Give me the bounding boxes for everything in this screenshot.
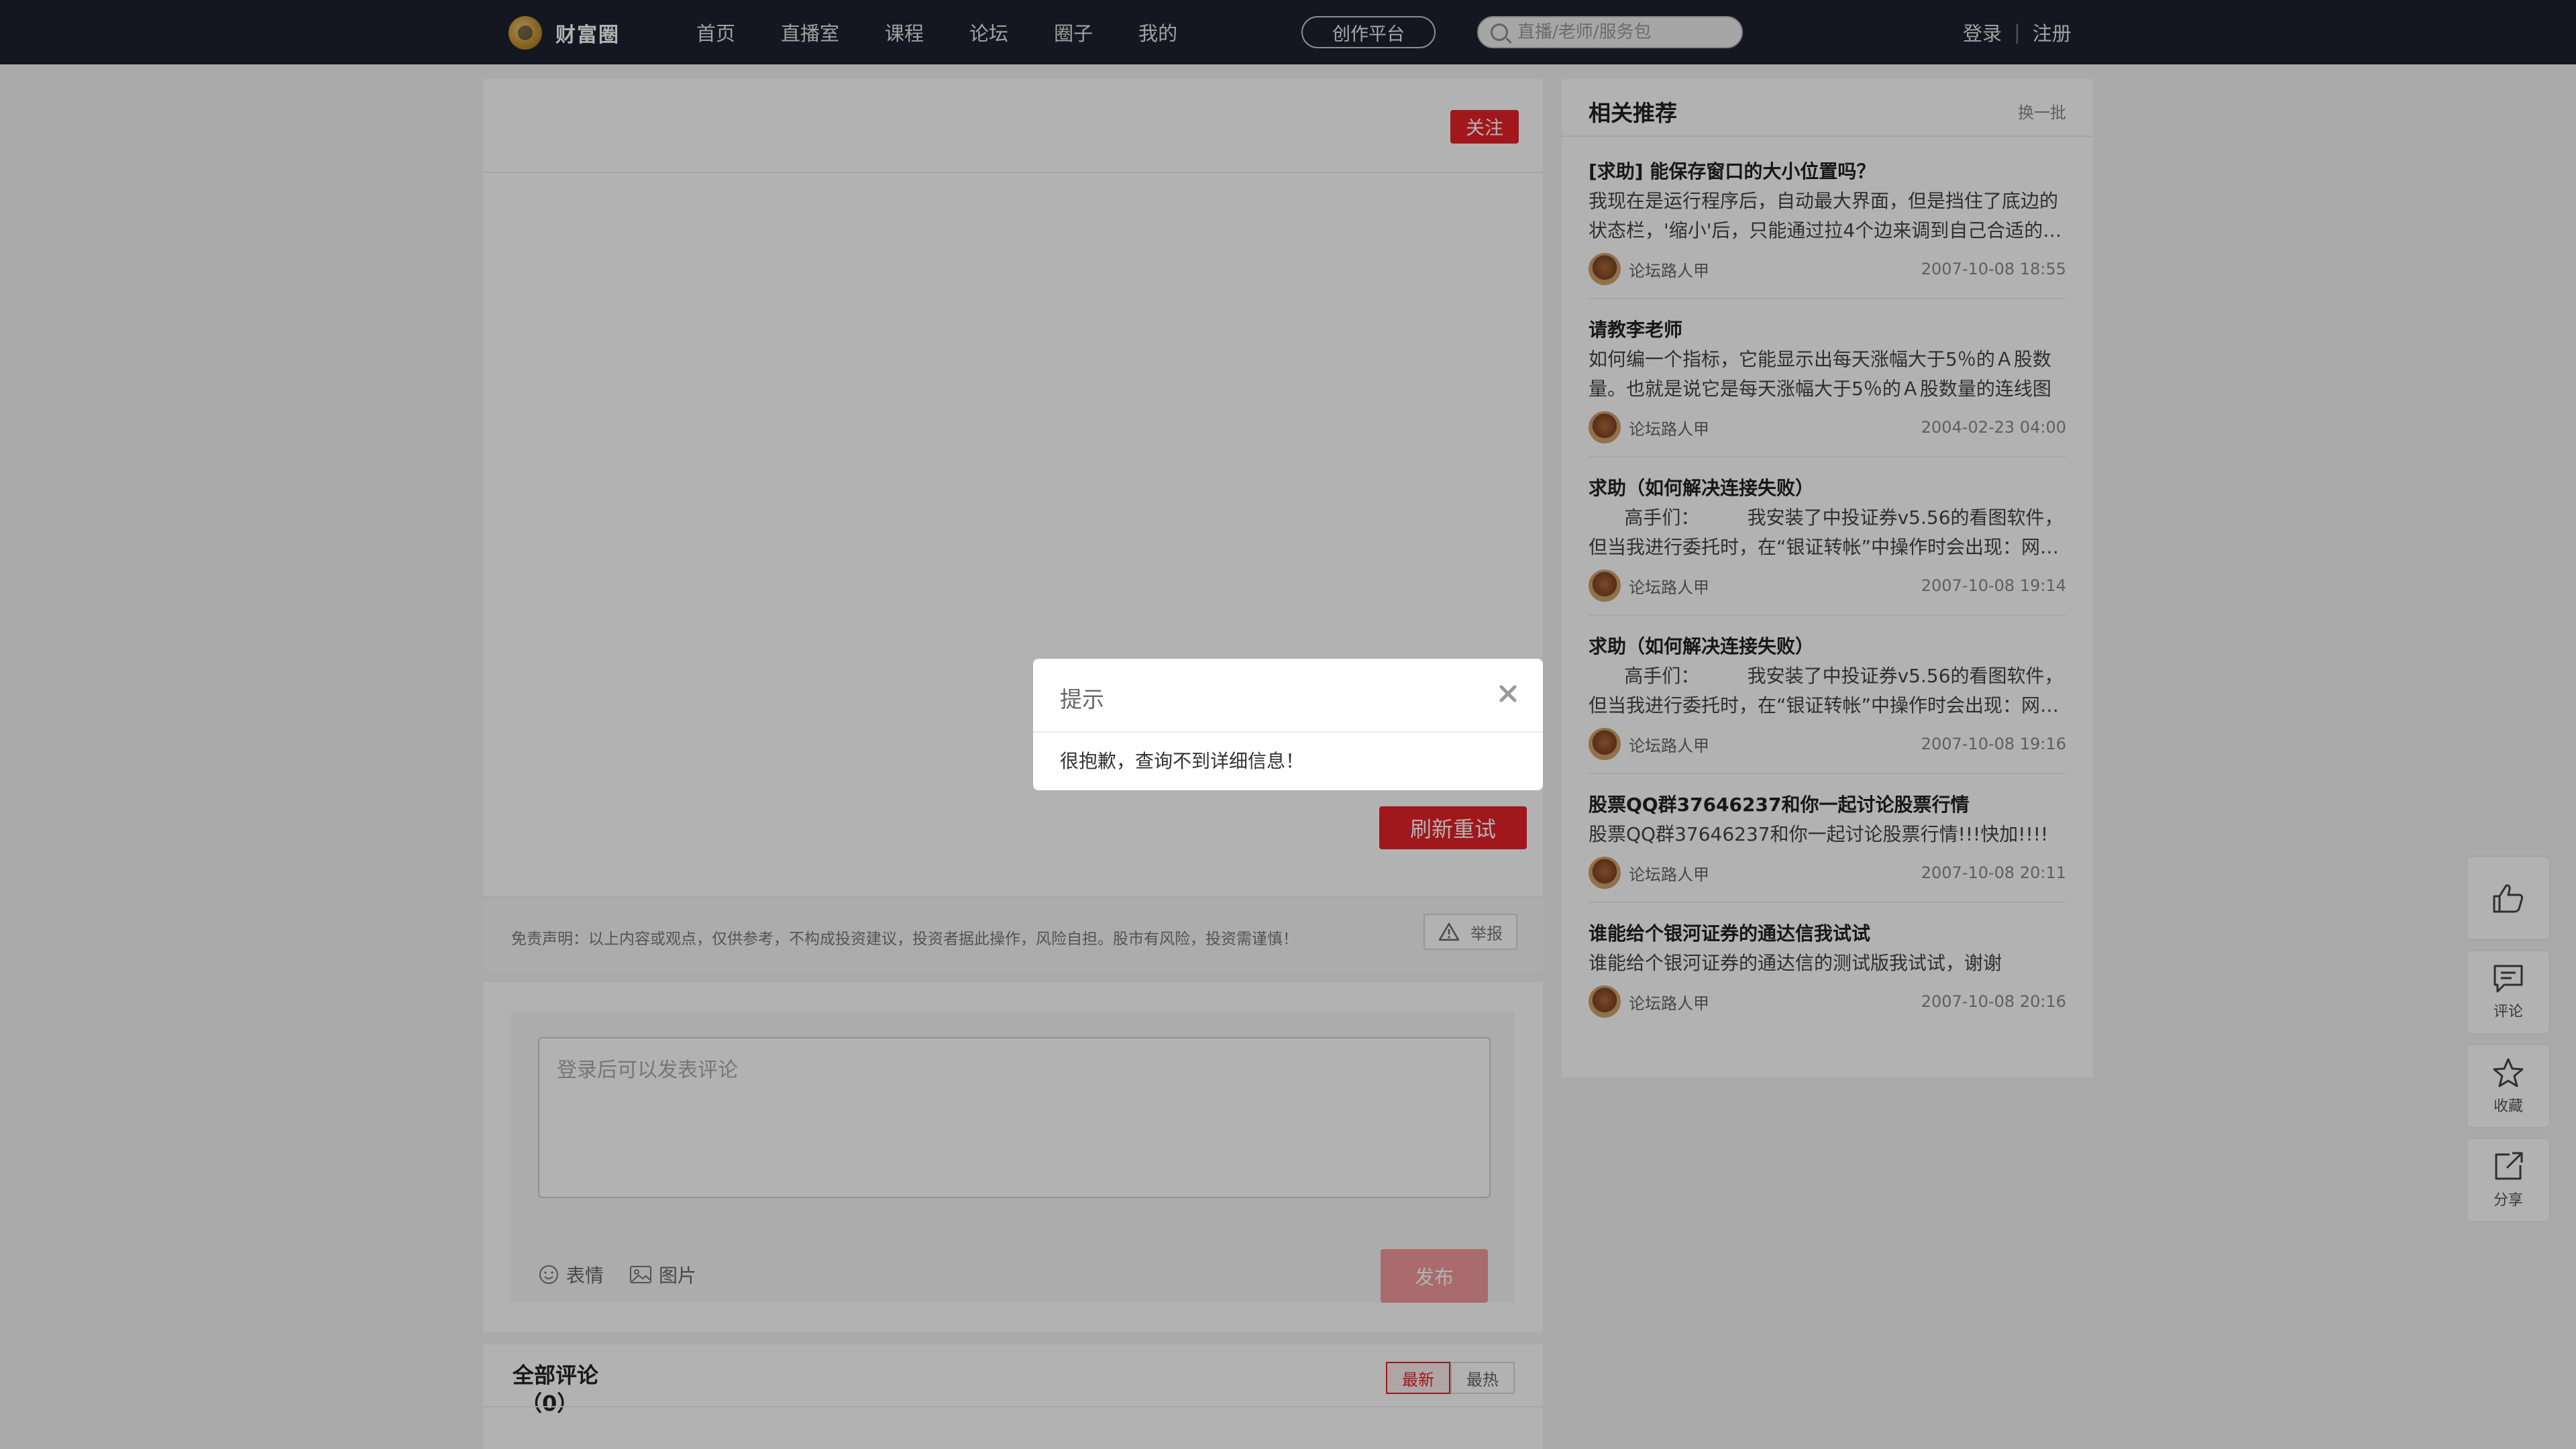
alert-dialog: 提示 很抱歉，查询不到详细信息！ [1033, 659, 1543, 790]
close-icon [1499, 685, 1517, 702]
dialog-message: 很抱歉，查询不到详细信息！ [1060, 750, 1305, 772]
dialog-title: 提示 [1060, 686, 1104, 712]
dialog-header: 提示 [1033, 659, 1543, 733]
close-button[interactable] [1492, 678, 1524, 710]
